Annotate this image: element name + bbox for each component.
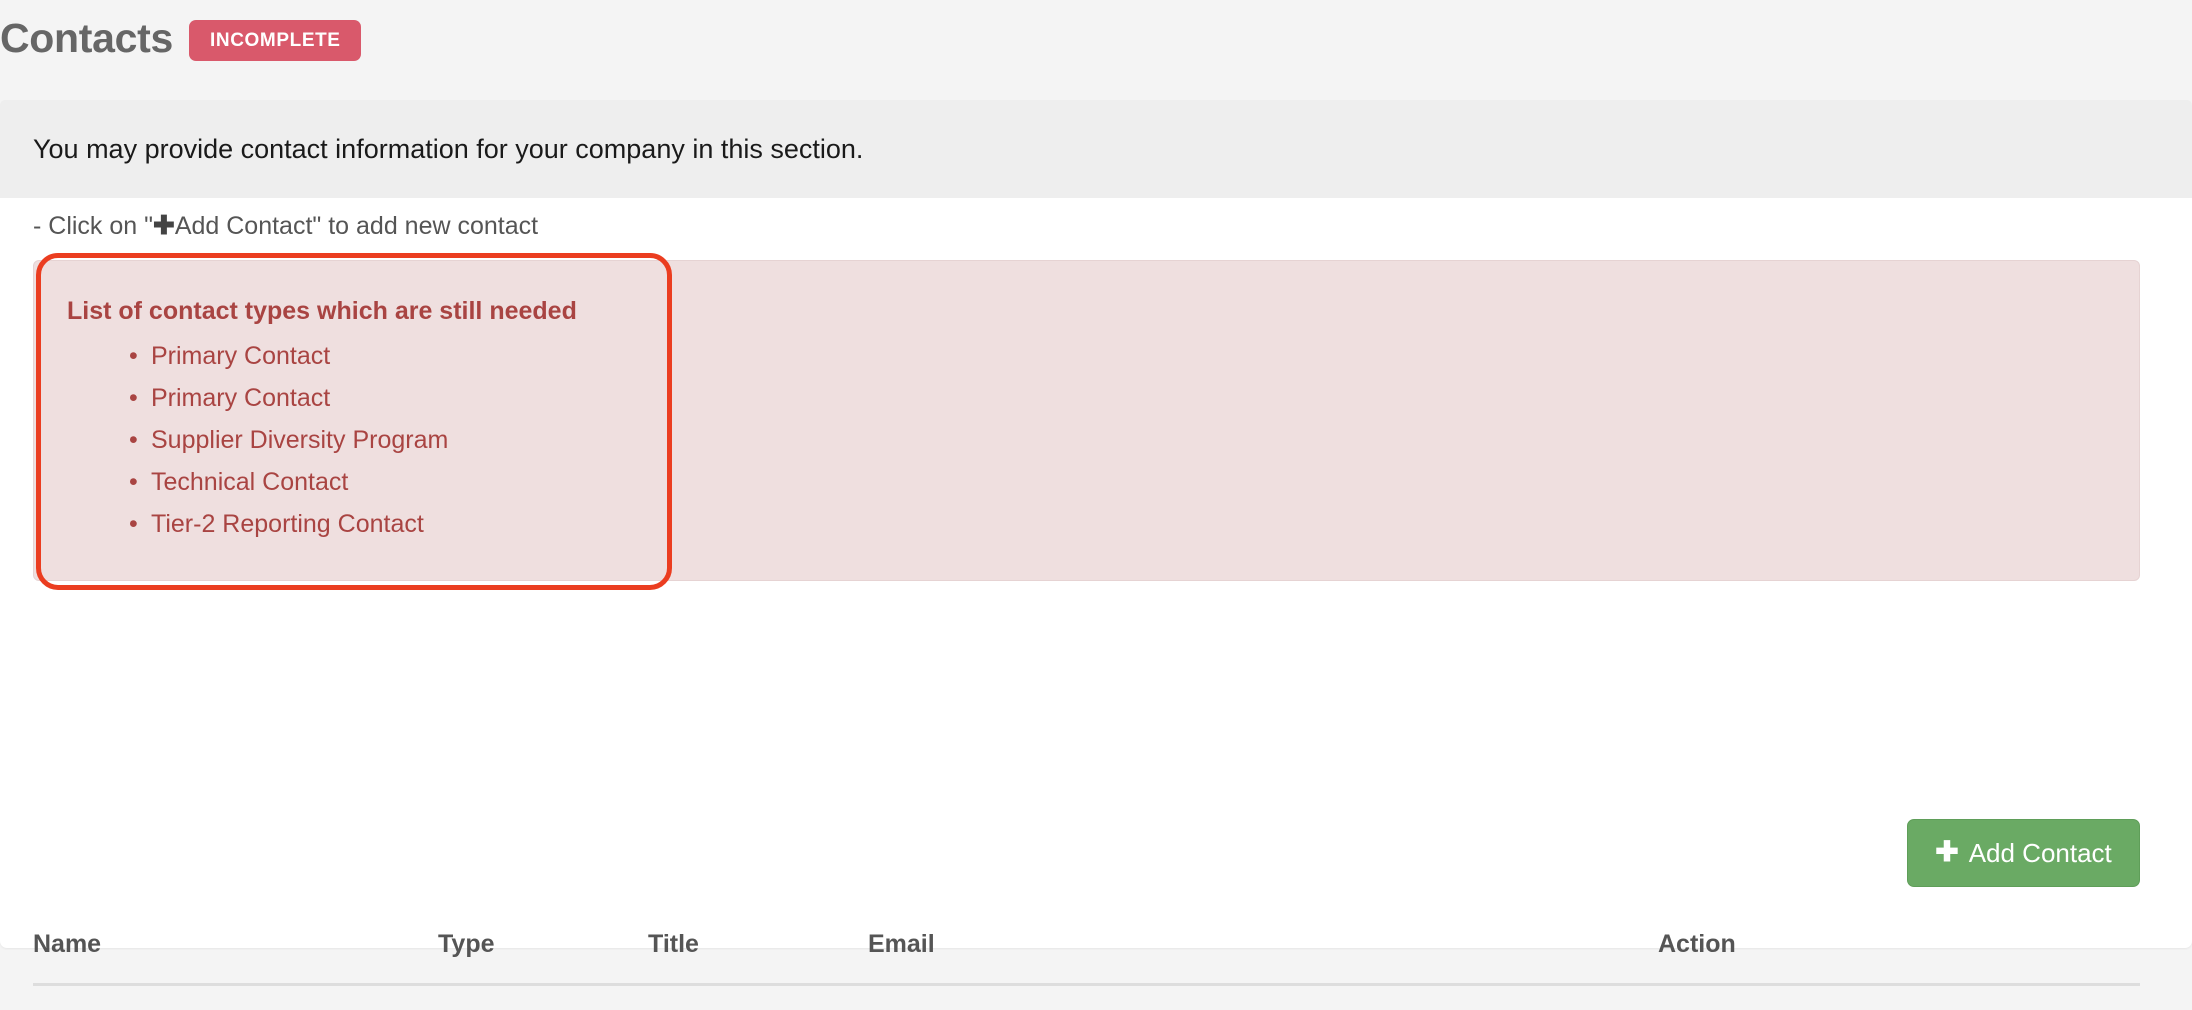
column-header-title: Title	[648, 930, 868, 986]
cell-name: Robertson , Bob	[33, 984, 438, 1010]
list-item: Primary Contact	[129, 377, 448, 419]
cell-title: test	[648, 984, 868, 1010]
alert-heading: List of contact types which are still ne…	[67, 297, 577, 325]
hint-prefix: - Click on "	[33, 212, 154, 240]
info-banner: You may provide contact information for …	[0, 100, 2192, 198]
column-header-type: Type	[438, 930, 648, 986]
column-header-name: Name	[33, 930, 438, 986]
hint-suffix: " to add new contact	[312, 212, 539, 240]
contacts-card: - Click on "✚Add Contact" to add new con…	[0, 198, 2192, 1010]
missing-contact-types-list: Primary Contact Primary Contact Supplier…	[129, 335, 448, 545]
column-header-email: Email	[868, 930, 1658, 986]
missing-contact-types-alert: List of contact types which are still ne…	[33, 260, 2140, 581]
page-header: Contacts INCOMPLETE	[0, 8, 361, 68]
list-item: Supplier Diversity Program	[129, 419, 448, 461]
plus-icon: ✚	[1935, 836, 1959, 867]
add-contact-button-label: Add Contact	[1968, 838, 2112, 868]
cell-type: Billing	[438, 984, 648, 1010]
list-item: Tier-2 Reporting Contact	[129, 503, 448, 545]
info-banner-text: You may provide contact information for …	[33, 133, 864, 164]
table-row: Robertson , Bob Billing test ascottvo@am…	[33, 984, 2140, 1010]
add-contact-button[interactable]: ✚ Add Contact	[1907, 819, 2140, 887]
hint-label: Add Contact	[174, 212, 313, 240]
cell-email: ascottvo@amazon.com	[868, 984, 1658, 1010]
list-item: Technical Contact	[129, 461, 448, 503]
table-body: Robertson , Bob Billing test ascottvo@am…	[33, 984, 2140, 1010]
column-header-action: Action	[1658, 930, 2140, 986]
list-item: Primary Contact	[129, 335, 448, 377]
contacts-table: Name Type Title Email Action Robertson ,…	[33, 930, 2140, 1010]
status-badge: INCOMPLETE	[189, 19, 361, 61]
cell-action	[1658, 984, 2140, 1010]
contacts-page: Contacts INCOMPLETE You may provide cont…	[0, 0, 2192, 1010]
plus-icon: ✚	[153, 210, 175, 240]
page-title: Contacts	[0, 14, 174, 61]
table-header: Name Type Title Email Action	[33, 930, 2140, 986]
add-contact-hint: - Click on "✚Add Contact" to add new con…	[33, 210, 538, 241]
table-header-row: Name Type Title Email Action	[33, 930, 2140, 986]
